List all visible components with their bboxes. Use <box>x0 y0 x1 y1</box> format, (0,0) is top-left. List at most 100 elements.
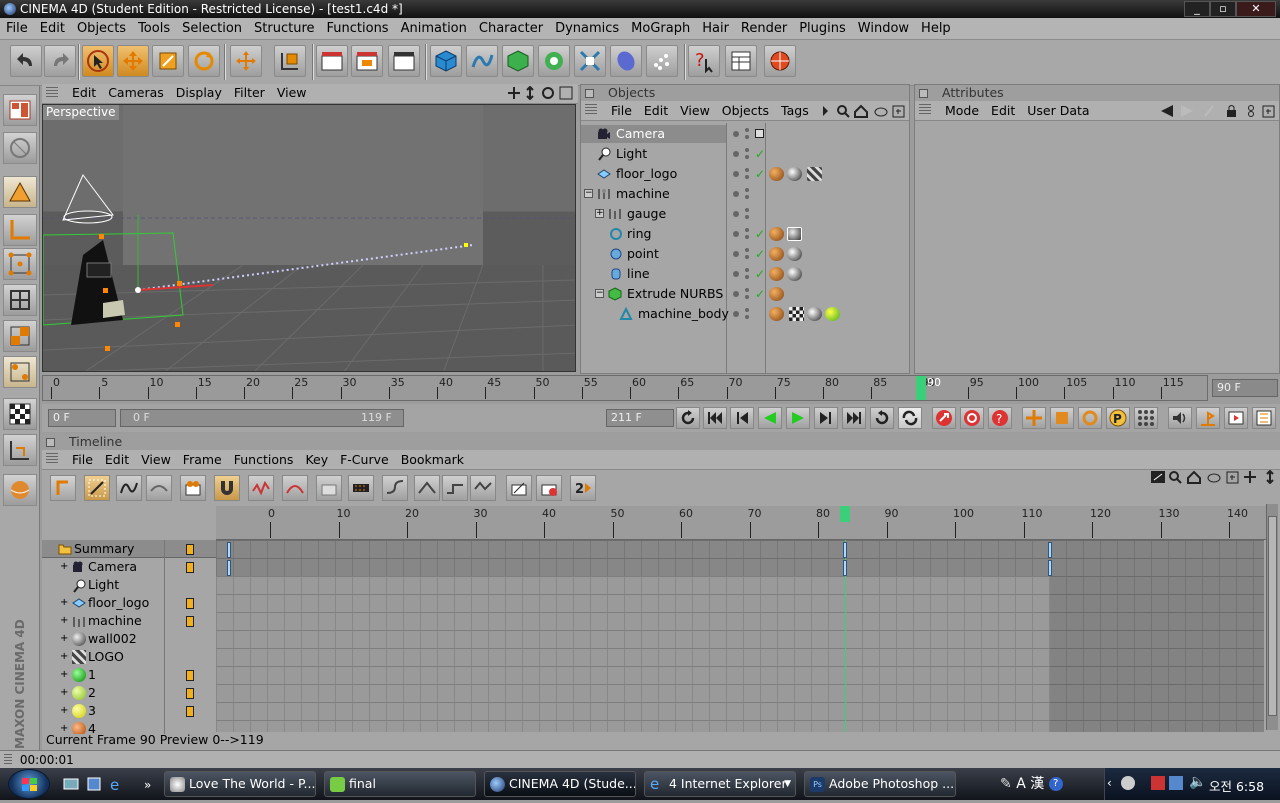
menu-structure[interactable]: Structure <box>248 18 320 39</box>
timeline-menu-functions[interactable]: Functions <box>228 450 300 470</box>
menu-dynamics[interactable]: Dynamics <box>549 18 625 39</box>
compositing-tag-icon[interactable] <box>769 167 784 181</box>
tray-security-icon[interactable] <box>1151 776 1165 790</box>
menu-plugins[interactable]: Plugins <box>793 18 852 39</box>
coordinate-system-button[interactable] <box>274 45 306 77</box>
object-row-ring[interactable]: ring ✓ <box>581 224 909 244</box>
step-button[interactable] <box>442 475 468 501</box>
attributes-nav-icons[interactable] <box>1159 104 1277 118</box>
objects-menu-objects[interactable]: Objects <box>716 101 775 121</box>
menu-character[interactable]: Character <box>473 18 549 39</box>
range-slider[interactable]: 0 F 119 F <box>120 409 404 427</box>
curve-arc-button[interactable] <box>282 475 308 501</box>
sound-track-button[interactable] <box>348 475 374 501</box>
loop-mode-button[interactable] <box>870 407 894 429</box>
object-row-machine[interactable]: − machine <box>581 184 909 204</box>
edit-render-settings-button[interactable] <box>725 45 757 77</box>
compositing-tag-icon[interactable] <box>769 227 784 241</box>
goto-first-frame-button[interactable] <box>703 407 727 429</box>
timeline-ruler[interactable]: 0102030405060708090100110120130140150 <box>216 506 1266 540</box>
record-active-button[interactable] <box>316 475 342 501</box>
object-row-extrude-nurbs[interactable]: − Extrude NURBS ✓ <box>581 284 909 304</box>
start-button[interactable] <box>8 769 50 799</box>
menu-mograph[interactable]: MoGraph <box>625 18 696 39</box>
objects-menu-view[interactable]: View <box>674 101 716 121</box>
scale-tool-button[interactable] <box>152 45 184 77</box>
time-slider-handle[interactable] <box>916 376 926 400</box>
objects-toolbar-icons[interactable] <box>821 104 907 118</box>
quick-launch-icons[interactable]: e» <box>62 776 158 792</box>
viewport-menu-filter[interactable]: Filter <box>228 84 271 102</box>
compositing-tag-icon[interactable] <box>769 307 784 321</box>
picture-viewer-button[interactable] <box>764 45 796 77</box>
position-track-button[interactable] <box>1022 407 1046 429</box>
taskbar-item-love-the-world[interactable]: Love The World - P... <box>164 771 316 797</box>
timeline-menu-view[interactable]: View <box>135 450 177 470</box>
edges-mode-button[interactable] <box>3 284 37 316</box>
objects-menu-file[interactable]: File <box>605 101 638 121</box>
timeline-current-frame-handle[interactable] <box>840 506 850 522</box>
ease-button[interactable] <box>382 475 408 501</box>
track-row-logo[interactable]: + LOGO <box>42 648 217 666</box>
two-pane-view-button[interactable]: 2 <box>570 475 596 501</box>
key-add-button[interactable] <box>536 475 562 501</box>
goto-start-loop-button[interactable] <box>676 407 700 429</box>
tray-clock[interactable]: 오전 6:58 <box>1209 776 1264 795</box>
taskbar-item-internet-explorer[interactable]: e4 Internet Explorer ▼ <box>644 771 796 797</box>
texture-tag-icon[interactable] <box>807 167 822 181</box>
render-settings-button[interactable] <box>388 45 420 77</box>
phong-tag-icon[interactable] <box>825 307 840 321</box>
redo-button[interactable] <box>44 45 76 77</box>
render-animation-button[interactable] <box>1224 407 1248 429</box>
close-button[interactable]: ✕ <box>1236 1 1276 17</box>
record-key-button[interactable] <box>180 475 206 501</box>
spline-interpolation-button[interactable] <box>470 475 496 501</box>
goto-last-frame-button[interactable] <box>842 407 866 429</box>
keyframe[interactable] <box>1048 542 1052 558</box>
taskbar-item-final[interactable]: final <box>324 771 476 797</box>
material-tag-icon[interactable] <box>787 227 802 241</box>
minimize-button[interactable]: _ <box>1184 1 1210 17</box>
keyframe[interactable] <box>227 560 231 576</box>
object-row-line[interactable]: line ✓ <box>581 264 909 284</box>
object-row-point[interactable]: point ✓ <box>581 244 909 264</box>
timeline-markers-button[interactable] <box>1196 407 1220 429</box>
object-row-camera[interactable]: Camera <box>581 124 909 144</box>
compositing-tag-icon[interactable] <box>769 267 784 281</box>
texture-mode-button[interactable] <box>3 356 37 388</box>
taskbar-item-cinema4d[interactable]: CINEMA 4D (Stude... <box>484 771 636 797</box>
add-spline-button[interactable] <box>466 45 498 77</box>
viewport-nav-icons[interactable] <box>508 86 574 100</box>
object-row-light[interactable]: Light ✓ <box>581 144 909 164</box>
timeline-vertical-scrollbar[interactable] <box>1266 504 1278 730</box>
curve-view-button[interactable] <box>116 475 142 501</box>
object-row-machine-body[interactable]: machine_body <box>581 304 909 324</box>
checker-texture-button[interactable] <box>3 398 37 430</box>
time-ruler[interactable]: 0 5 10 15 20 25 30 35 40 45 50 55 60 65 70 75 80 85 90 95 10… <box>42 375 1208 401</box>
collapse-toggle[interactable]: − <box>595 289 604 298</box>
rotation-track-button[interactable] <box>1078 407 1102 429</box>
point-level-animation-button[interactable] <box>1134 407 1158 429</box>
attributes-menu-edit[interactable]: Edit <box>985 101 1021 121</box>
viewport-menu-display[interactable]: Display <box>170 84 228 102</box>
add-nurbs-button[interactable] <box>502 45 534 77</box>
add-cube-button[interactable] <box>430 45 462 77</box>
start-frame-field[interactable]: 0 F <box>48 409 116 427</box>
compositing-tag-icon[interactable] <box>769 287 784 301</box>
track-row-light[interactable]: Light <box>42 576 217 594</box>
add-particles-button[interactable] <box>646 45 678 77</box>
autokey-button[interactable] <box>960 407 984 429</box>
render-region-button[interactable] <box>351 45 383 77</box>
menu-render[interactable]: Render <box>735 18 793 39</box>
fcurve-edit-button[interactable] <box>248 475 274 501</box>
timeline-menu-edit[interactable]: Edit <box>99 450 135 470</box>
key-reduction-button[interactable] <box>506 475 532 501</box>
sphere-tool-button[interactable] <box>3 474 37 506</box>
points-mode-button[interactable] <box>3 248 37 280</box>
menu-selection[interactable]: Selection <box>176 18 248 39</box>
menu-window[interactable]: Window <box>852 18 915 39</box>
expand-toggle[interactable]: + <box>595 209 604 218</box>
object-axis-button[interactable] <box>3 214 37 246</box>
tray-volume-icon[interactable]: 🔈 <box>1189 774 1206 790</box>
menu-objects[interactable]: Objects <box>71 18 132 39</box>
